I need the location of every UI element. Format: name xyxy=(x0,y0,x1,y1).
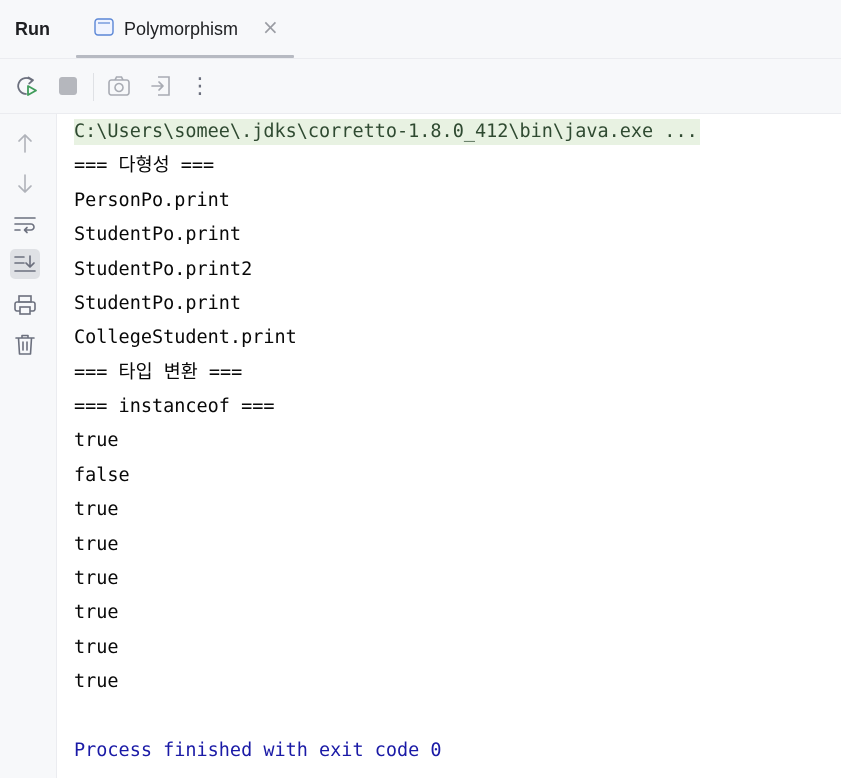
console-gutter xyxy=(0,114,57,778)
output-line: true xyxy=(74,637,119,658)
output-line: true xyxy=(74,430,119,451)
output-line: StudentPo.print2 xyxy=(74,259,253,280)
console-output[interactable]: C:\Users\somee\.jdks\corretto-1.8.0_412\… xyxy=(57,114,841,778)
tab-selected-indicator xyxy=(76,55,294,58)
scroll-down-icon[interactable] xyxy=(10,169,40,199)
output-line: === 다형성 === xyxy=(74,155,215,176)
tab-polymorphism[interactable]: Polymorphism × xyxy=(76,0,294,58)
output-line: false xyxy=(74,465,130,486)
scroll-up-icon[interactable] xyxy=(10,128,40,158)
soft-wrap-icon[interactable] xyxy=(10,210,40,240)
clear-all-icon[interactable] xyxy=(10,330,40,360)
output-line: StudentPo.print xyxy=(74,293,242,314)
output-line: === instanceof === xyxy=(74,396,275,417)
output-line: true xyxy=(74,568,119,589)
output-line: PersonPo.print xyxy=(74,190,230,211)
toolbar-separator xyxy=(93,73,94,101)
output-line: true xyxy=(74,534,119,555)
run-tool-window-title: Run xyxy=(15,19,50,39)
scroll-to-end-icon[interactable] xyxy=(10,249,40,279)
output-line: true xyxy=(74,602,119,623)
print-icon[interactable] xyxy=(10,290,40,320)
output-line: === 타입 변환 === xyxy=(74,362,243,383)
console-tab-icon xyxy=(94,18,114,36)
exit-message: Process finished with exit code 0 xyxy=(74,740,442,761)
output-line: CollegeStudent.print xyxy=(74,327,297,348)
restore-layout-icon[interactable] xyxy=(148,73,174,99)
camera-icon[interactable] xyxy=(106,73,132,99)
output-line: StudentPo.print xyxy=(74,224,242,245)
rerun-icon[interactable] xyxy=(14,73,40,99)
run-toolbar: ⋮ xyxy=(0,59,841,114)
stop-icon[interactable] xyxy=(55,73,81,99)
command-line[interactable]: C:\Users\somee\.jdks\corretto-1.8.0_412\… xyxy=(74,119,700,145)
more-options-icon[interactable]: ⋮ xyxy=(187,73,213,99)
output-line: true xyxy=(74,499,119,520)
output-line: true xyxy=(74,671,119,692)
tool-window-header: Run Polymorphism × xyxy=(0,0,841,59)
close-icon[interactable]: × xyxy=(262,16,279,38)
tab-label: Polymorphism xyxy=(124,19,239,39)
